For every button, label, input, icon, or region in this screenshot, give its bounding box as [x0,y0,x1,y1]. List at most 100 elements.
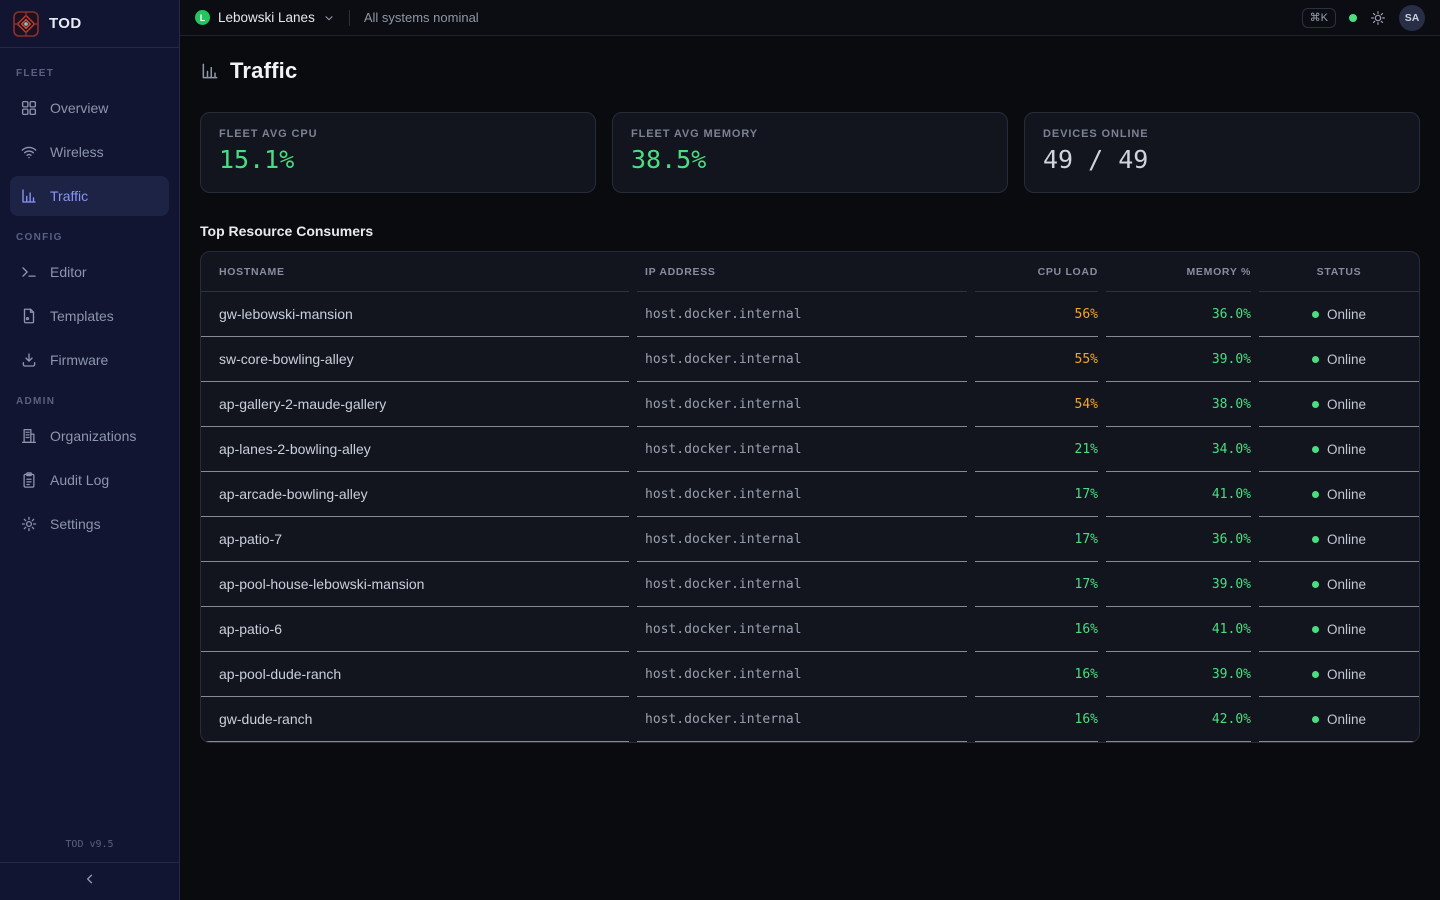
sidebar-item-label: Traffic [50,188,88,204]
online-status-dot [1312,671,1319,678]
status-text: Online [1327,307,1366,322]
cell-status: Online [1259,337,1419,382]
status-text: Online [1327,532,1366,547]
app-version-label: TOD v9.5 [0,831,179,862]
cell-status: Online [1259,697,1419,742]
sidebar-item-overview[interactable]: Overview [10,88,169,128]
cell-memory-percent: 41.0% [1106,472,1251,517]
cell-cpu-load: 54% [975,382,1098,427]
cell-ip-address: host.docker.internal [637,427,967,472]
table-row[interactable]: ap-lanes-2-bowling-alleyhost.docker.inte… [201,427,1419,472]
cell-ip-address: host.docker.internal [637,382,967,427]
cell-memory-percent: 39.0% [1106,562,1251,607]
cell-memory-percent: 36.0% [1106,517,1251,562]
sidebar-item-traffic[interactable]: Traffic [10,176,169,216]
sidebar-section-label: CONFIG [16,232,163,243]
cell-memory-percent: 34.0% [1106,427,1251,472]
sidebar-collapse-button[interactable] [0,862,179,900]
cell-status: Online [1259,607,1419,652]
sidebar-item-organizations[interactable]: Organizations [10,416,169,456]
cell-memory-percent: 39.0% [1106,652,1251,697]
sidebar-item-firmware[interactable]: Firmware [10,340,169,380]
cell-hostname: ap-patio-7 [201,517,629,562]
building-icon [20,427,38,445]
cell-ip-address: host.docker.internal [637,517,967,562]
cell-status: Online [1259,517,1419,562]
sidebar-item-label: Settings [50,516,101,532]
sidebar-section-label: FLEET [16,68,163,79]
stat-card-label: DEVICES ONLINE [1043,128,1401,140]
gear-icon [20,515,38,533]
cell-cpu-load: 16% [975,607,1098,652]
online-status-dot [1312,446,1319,453]
table-row[interactable]: ap-gallery-2-maude-galleryhost.docker.in… [201,382,1419,427]
sidebar-item-editor[interactable]: Editor [10,252,169,292]
table-row[interactable]: gw-lebowski-mansionhost.docker.internal5… [201,292,1419,337]
logo-row: TOD [0,0,179,48]
stat-card-devices-online: DEVICES ONLINE49 / 49 [1024,112,1420,193]
sidebar-item-settings[interactable]: Settings [10,504,169,544]
table-row[interactable]: ap-pool-dude-ranchhost.docker.internal16… [201,652,1419,697]
sidebar-item-label: Overview [50,100,108,116]
cell-memory-percent: 38.0% [1106,382,1251,427]
column-header: MEMORY % [1106,252,1251,292]
topbar-right: ⌘K SA [1302,5,1425,31]
table-row[interactable]: sw-core-bowling-alleyhost.docker.interna… [201,337,1419,382]
topbar: L Lebowski Lanes All systems nominal ⌘K … [180,0,1440,36]
status-text: Online [1327,577,1366,592]
user-avatar[interactable]: SA [1399,5,1425,31]
sidebar-item-label: Editor [50,264,87,280]
status-text: Online [1327,442,1366,457]
sidebar-item-label: Templates [50,308,114,324]
main-column: L Lebowski Lanes All systems nominal ⌘K … [180,0,1440,900]
cell-cpu-load: 17% [975,562,1098,607]
online-status-dot [1312,491,1319,498]
sidebar-item-wireless[interactable]: Wireless [10,132,169,172]
bar-chart-icon [200,61,220,81]
cell-status: Online [1259,472,1419,517]
cell-ip-address: host.docker.internal [637,697,967,742]
table-row[interactable]: ap-patio-7host.docker.internal17%36.0% On… [201,517,1419,562]
sidebar-nav: FLEET Overview Wireless Traffic CONFIG Editor… [0,48,179,831]
download-icon [20,351,38,369]
page-header: Traffic [200,58,1420,84]
app-root: TOD FLEET Overview Wireless Traffic CONFIG Ed… [0,0,1440,900]
sidebar: TOD FLEET Overview Wireless Traffic CONFIG Ed… [0,0,180,900]
cell-ip-address: host.docker.internal [637,652,967,697]
cell-cpu-load: 17% [975,472,1098,517]
column-header: CPU LOAD [975,252,1098,292]
table-row[interactable]: gw-dude-ranchhost.docker.internal16%42.0… [201,697,1419,742]
table-row[interactable]: ap-patio-6host.docker.internal16%41.0%On… [201,607,1419,652]
online-status-dot [1312,401,1319,408]
bar-chart-icon [20,187,38,205]
sidebar-item-templates[interactable]: Templates [10,296,169,336]
column-header: IP ADDRESS [637,252,967,292]
stat-card-fleet-avg-cpu: FLEET AVG CPU15.1% [200,112,596,193]
cell-ip-address: host.docker.internal [637,292,967,337]
cell-hostname: ap-arcade-bowling-alley [201,472,629,517]
cell-cpu-load: 17% [975,517,1098,562]
table-row[interactable]: ap-arcade-bowling-alleyhost.docker.inter… [201,472,1419,517]
org-switcher[interactable]: L Lebowski Lanes [195,10,335,25]
cell-status: Online [1259,652,1419,697]
theme-toggle-button[interactable] [1370,10,1386,26]
cell-cpu-load: 56% [975,292,1098,337]
table-row[interactable]: ap-pool-house-lebowski-mansionhost.docke… [201,562,1419,607]
stat-card-value: 15.1% [219,145,577,174]
org-name: Lebowski Lanes [218,10,315,25]
cell-memory-percent: 36.0% [1106,292,1251,337]
top-resource-consumers-table: HOSTNAMEIP ADDRESSCPU LOADMEMORY %STATUS… [200,251,1420,743]
table-header-row: HOSTNAMEIP ADDRESSCPU LOADMEMORY %STATUS [201,252,1419,292]
status-text: Online [1327,622,1366,637]
status-text: Online [1327,712,1366,727]
online-status-dot [1312,356,1319,363]
topbar-divider [349,10,350,26]
command-palette-shortcut[interactable]: ⌘K [1302,8,1336,28]
cell-ip-address: host.docker.internal [637,607,967,652]
cell-memory-percent: 39.0% [1106,337,1251,382]
clipboard-icon [20,471,38,489]
sidebar-item-audit-log[interactable]: Audit Log [10,460,169,500]
cell-hostname: ap-lanes-2-bowling-alley [201,427,629,472]
org-avatar: L [195,10,210,25]
sidebar-section-label: ADMIN [16,396,163,407]
